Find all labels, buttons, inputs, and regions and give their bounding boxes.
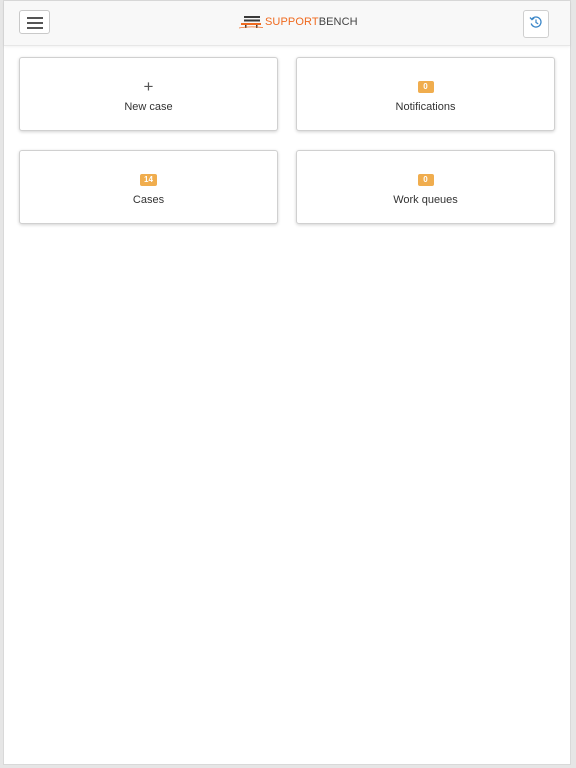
top-navbar: SUPPORTBENCH bbox=[4, 1, 570, 46]
plus-icon: + bbox=[143, 77, 154, 96]
notifications-tile[interactable]: 0 Notifications bbox=[296, 57, 555, 131]
cases-tile[interactable]: 14 Cases bbox=[19, 150, 278, 224]
new-case-label: New case bbox=[124, 101, 173, 113]
cases-label: Cases bbox=[132, 194, 165, 206]
brand-logo[interactable]: SUPPORTBENCH bbox=[239, 13, 358, 31]
app-frame: SUPPORTBENCH + New case 0 Notifications … bbox=[3, 0, 571, 765]
menu-button[interactable] bbox=[19, 10, 50, 34]
bench-logo-icon bbox=[239, 15, 263, 29]
cases-count-badge: 14 bbox=[140, 174, 157, 186]
history-button[interactable] bbox=[523, 10, 549, 38]
new-case-tile[interactable]: + New case bbox=[19, 57, 278, 131]
notifications-label: Notifications bbox=[395, 101, 456, 113]
work-queues-count-badge: 0 bbox=[417, 174, 434, 186]
work-queues-tile[interactable]: 0 Work queues bbox=[296, 150, 555, 224]
logo-wordmark: SUPPORTBENCH bbox=[265, 16, 358, 28]
work-queues-label: Work queues bbox=[393, 194, 458, 206]
notifications-count-badge: 0 bbox=[417, 81, 434, 93]
history-icon bbox=[529, 15, 543, 34]
